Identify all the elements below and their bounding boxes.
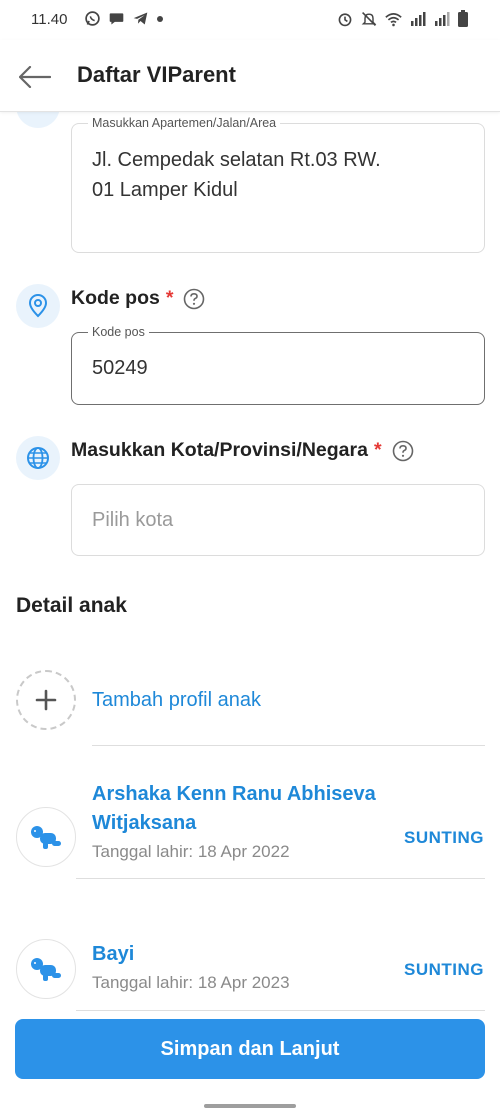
dot-icon [157,15,163,22]
notification-icons [84,10,164,27]
required-marker: * [373,439,382,461]
address-value-line2: 01 Lamper Kidul [92,179,238,201]
edit-child-button[interactable]: SUNTING [404,828,484,848]
postal-label-text: Kode pos [71,287,160,309]
city-placeholder: Pilih kota [92,509,174,531]
divider [92,745,485,746]
address-value-line1: Jl. Cempedak selatan Rt.03 RW. [92,149,381,171]
postal-field-label: Kode pos [88,325,149,339]
arrow-left-icon [19,66,51,88]
help-icon[interactable] [183,288,205,310]
child-name[interactable]: Arshaka Kenn Ranu Abhiseva [92,779,392,809]
postal-code-value: 50249 [92,357,148,379]
child-dob: Tanggal lahir: 18 Apr 2022 [92,842,290,861]
child-dob: Tanggal lahir: 18 Apr 2023 [92,973,290,992]
edit-child-button[interactable]: SUNTING [404,960,484,980]
mute-icon [361,11,377,26]
signal-icon [411,12,426,26]
system-icons [337,10,468,27]
globe-icon-circle [16,436,60,480]
required-marker: * [165,287,174,309]
alarm-icon [338,12,352,26]
globe-icon [27,447,49,469]
app-bar: Daftar VIParent [0,40,500,112]
city-section-label: Masukkan Kota/Provinsi/Negara * [71,439,414,462]
status-time: 11.40 [31,11,68,28]
add-circle [16,670,76,730]
page-title: Daftar VIParent [77,62,236,87]
add-child-button[interactable]: Tambah profil anak [16,670,316,730]
baby-icon [31,826,61,849]
signal-icon [435,12,450,26]
child-name-line2[interactable]: Witjaksana [92,808,392,838]
children-section-title: Detail anak [16,594,127,617]
whatsapp-icon [85,11,100,26]
city-select-field[interactable]: Pilih kota [71,484,485,556]
help-icon[interactable] [392,440,414,462]
child-name[interactable]: Bayi [92,939,392,969]
location-pin-icon [28,294,48,318]
postal-code-field[interactable]: Kode pos 50249 [71,325,485,405]
battery-icon [458,10,468,27]
postal-section-label: Kode pos * [71,287,205,310]
divider [76,878,485,879]
child-avatar [16,807,76,867]
telegram-icon [133,12,148,25]
status-bar: 11.40 [0,0,500,40]
plus-icon [35,689,57,711]
address-field[interactable]: Masukkan Apartemen/Jalan/Area Jl. Cemped… [71,116,485,253]
save-and-continue-button[interactable]: Simpan dan Lanjut [15,1019,485,1079]
home-indicator[interactable] [204,1104,296,1108]
add-child-label: Tambah profil anak [92,688,261,711]
address-field-label: Masukkan Apartemen/Jalan/Area [88,116,281,130]
child-avatar [16,939,76,999]
divider [76,1010,485,1011]
city-label-text: Masukkan Kota/Provinsi/Negara [71,439,368,461]
back-button[interactable] [18,60,52,94]
location-icon-circle [16,284,60,328]
chat-icon [109,13,124,25]
baby-icon [31,958,61,981]
wifi-icon [385,12,402,26]
